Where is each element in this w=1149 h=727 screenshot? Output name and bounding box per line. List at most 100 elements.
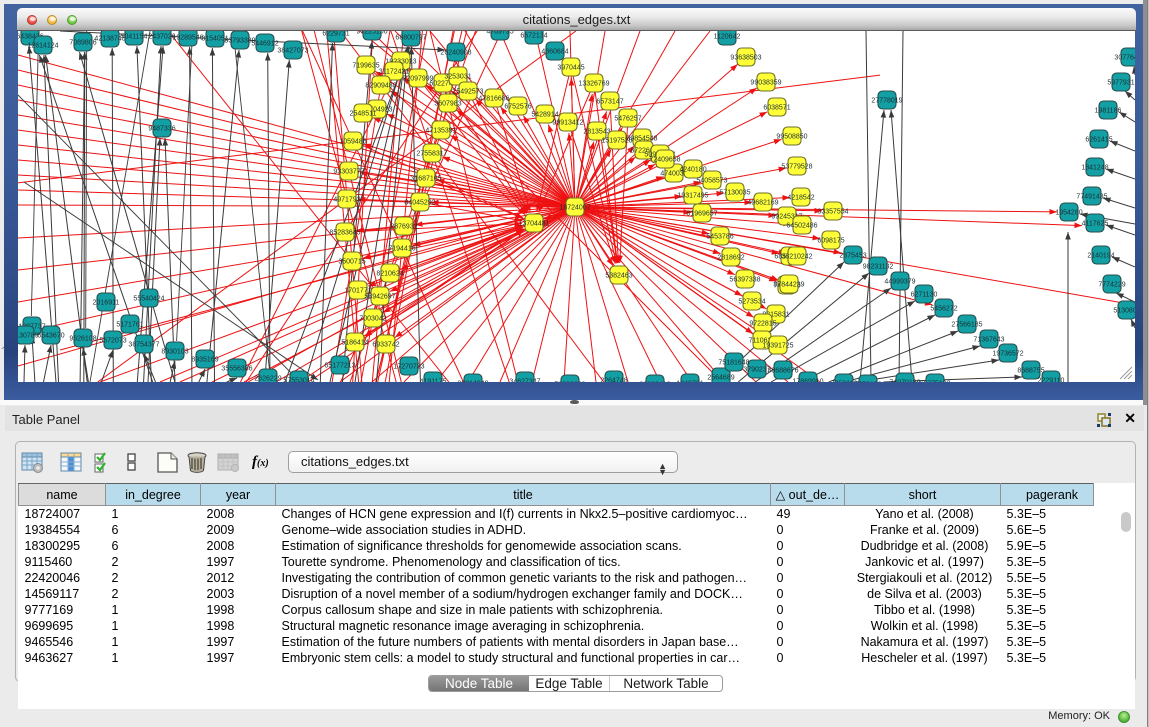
svg-text:1954280: 1954280 (1055, 209, 1082, 216)
svg-text:6271130: 6271130 (911, 291, 938, 298)
svg-text:13704481: 13704481 (518, 220, 549, 227)
svg-text:2229110: 2229110 (1038, 377, 1065, 382)
svg-text:13326769: 13326769 (578, 80, 609, 87)
svg-text:34627347: 34627347 (509, 378, 540, 382)
svg-text:30776478: 30776478 (1114, 54, 1135, 61)
svg-text:27558317: 27558317 (416, 150, 447, 157)
svg-text:57553014: 57553014 (283, 377, 314, 382)
svg-text:97225156: 97225156 (356, 31, 387, 35)
svg-text:38754377: 38754377 (128, 341, 159, 348)
svg-text:19317495: 19317495 (677, 192, 708, 199)
svg-text:31687165: 31687165 (410, 175, 441, 182)
svg-text:3970445: 3970445 (557, 64, 584, 71)
svg-text:72409658: 72409658 (649, 156, 680, 163)
svg-text:4191175: 4191175 (420, 378, 447, 382)
svg-text:1848731: 1848731 (676, 380, 703, 382)
svg-text:99038359: 99038359 (750, 79, 781, 86)
svg-text:8688755: 8688755 (1017, 367, 1044, 374)
svg-text:5273534: 5273534 (738, 298, 765, 305)
svg-text:38210242: 38210242 (781, 253, 812, 260)
svg-text:9487336: 9487336 (148, 125, 175, 132)
svg-text:6573147: 6573147 (596, 98, 623, 105)
svg-text:2140194: 2140194 (1087, 252, 1114, 259)
svg-text:5041154: 5041154 (121, 33, 148, 40)
svg-text:8930103: 8930103 (161, 348, 188, 355)
svg-text:9722815: 9722815 (749, 320, 776, 327)
svg-text:4218542: 4218542 (787, 194, 814, 201)
svg-text:2626229: 2626229 (254, 375, 281, 382)
svg-text:7003042: 7003042 (359, 315, 386, 322)
svg-text:27778019: 27778019 (871, 97, 902, 104)
svg-text:33357554: 33357554 (817, 208, 848, 215)
svg-text:5382463: 5382463 (605, 272, 632, 279)
svg-text:77491435: 77491435 (1076, 193, 1107, 200)
svg-text:2548511: 2548511 (350, 110, 377, 117)
svg-text:4971793: 4971793 (333, 196, 360, 203)
svg-text:7550190: 7550190 (854, 381, 881, 382)
svg-text:8935169: 8935169 (191, 356, 218, 363)
svg-text:6672134: 6672134 (520, 32, 547, 39)
svg-text:47135391: 47135391 (425, 127, 456, 134)
svg-text:31172421: 31172421 (379, 68, 410, 75)
svg-text:49682169: 49682169 (747, 199, 778, 206)
svg-text:6261415: 6261415 (1085, 136, 1112, 143)
svg-text:1841248: 1841248 (1081, 164, 1108, 171)
svg-text:7774229: 7774229 (1098, 281, 1125, 288)
svg-text:64502486: 64502486 (786, 222, 817, 229)
svg-text:47816686: 47816686 (478, 95, 509, 102)
svg-text:2813543: 2813543 (583, 128, 610, 135)
svg-text:93638503: 93638503 (730, 54, 761, 61)
svg-text:68800797: 68800797 (395, 34, 426, 41)
svg-text:7194416: 7194416 (388, 245, 415, 252)
svg-text:75181648: 75181648 (718, 359, 749, 366)
svg-text:19736572: 19736572 (992, 350, 1023, 357)
svg-text:1059486: 1059486 (339, 138, 366, 145)
svg-text:27566185: 27566185 (951, 321, 982, 328)
svg-text:38688676: 38688676 (767, 367, 798, 374)
svg-text:35556386: 35556386 (221, 365, 252, 372)
svg-text:6543670: 6543670 (37, 332, 64, 339)
svg-text:5456272: 5456272 (930, 305, 957, 312)
svg-text:5171761: 5171761 (116, 321, 143, 328)
svg-text:65177213: 65177213 (324, 362, 355, 369)
svg-text:2876932: 2876932 (390, 223, 417, 230)
svg-text:6229731: 6229731 (322, 31, 349, 37)
svg-text:2264748: 2264748 (600, 377, 627, 382)
svg-text:9626108: 9626108 (69, 335, 96, 342)
svg-text:3500715: 3500715 (338, 258, 365, 265)
svg-text:5428914: 5428914 (531, 111, 558, 118)
svg-text:2564689: 2564689 (707, 374, 734, 381)
svg-text:5476257: 5476257 (614, 115, 641, 122)
svg-text:2016911: 2016911 (93, 299, 120, 306)
svg-text:5186414: 5186414 (341, 339, 368, 346)
svg-text:85283645: 85283645 (329, 229, 360, 236)
svg-text:5977931: 5977931 (1107, 79, 1134, 86)
svg-text:3253031: 3253031 (444, 73, 471, 80)
svg-text:12614124: 12614124 (27, 42, 58, 49)
svg-text:5446912: 5446912 (251, 40, 278, 47)
svg-text:56397338: 56397338 (729, 276, 760, 283)
svg-text:5453786: 5453786 (706, 233, 733, 240)
svg-text:99913412: 99913412 (552, 119, 583, 126)
svg-text:4769795: 4769795 (486, 31, 513, 35)
svg-text:6752576: 6752576 (504, 103, 531, 110)
svg-text:98231132: 98231132 (863, 263, 894, 270)
svg-text:71367643: 71367643 (973, 336, 1004, 343)
svg-text:25492573: 25492573 (452, 88, 483, 95)
svg-text:1981186: 1981186 (1095, 107, 1122, 114)
svg-text:4117625: 4117625 (1082, 220, 1109, 227)
svg-text:38427073: 38427073 (277, 47, 308, 54)
svg-text:81969657: 81969657 (686, 210, 717, 217)
svg-text:7199635: 7199635 (352, 62, 379, 69)
svg-text:6933742: 6933742 (372, 341, 399, 348)
svg-text:6098175: 6098175 (817, 237, 844, 244)
svg-text:4860684: 4860684 (541, 48, 568, 55)
svg-text:93303777: 93303777 (333, 168, 364, 175)
svg-text:2818692: 2818692 (717, 254, 744, 261)
svg-text:82909480: 82909480 (365, 82, 396, 89)
svg-text:87844239: 87844239 (773, 281, 804, 288)
svg-text:57130035: 57130035 (719, 189, 750, 196)
svg-text:5672073: 5672073 (99, 337, 126, 344)
svg-text:6038571: 6038571 (763, 104, 790, 111)
svg-text:17270733: 17270733 (393, 363, 424, 370)
